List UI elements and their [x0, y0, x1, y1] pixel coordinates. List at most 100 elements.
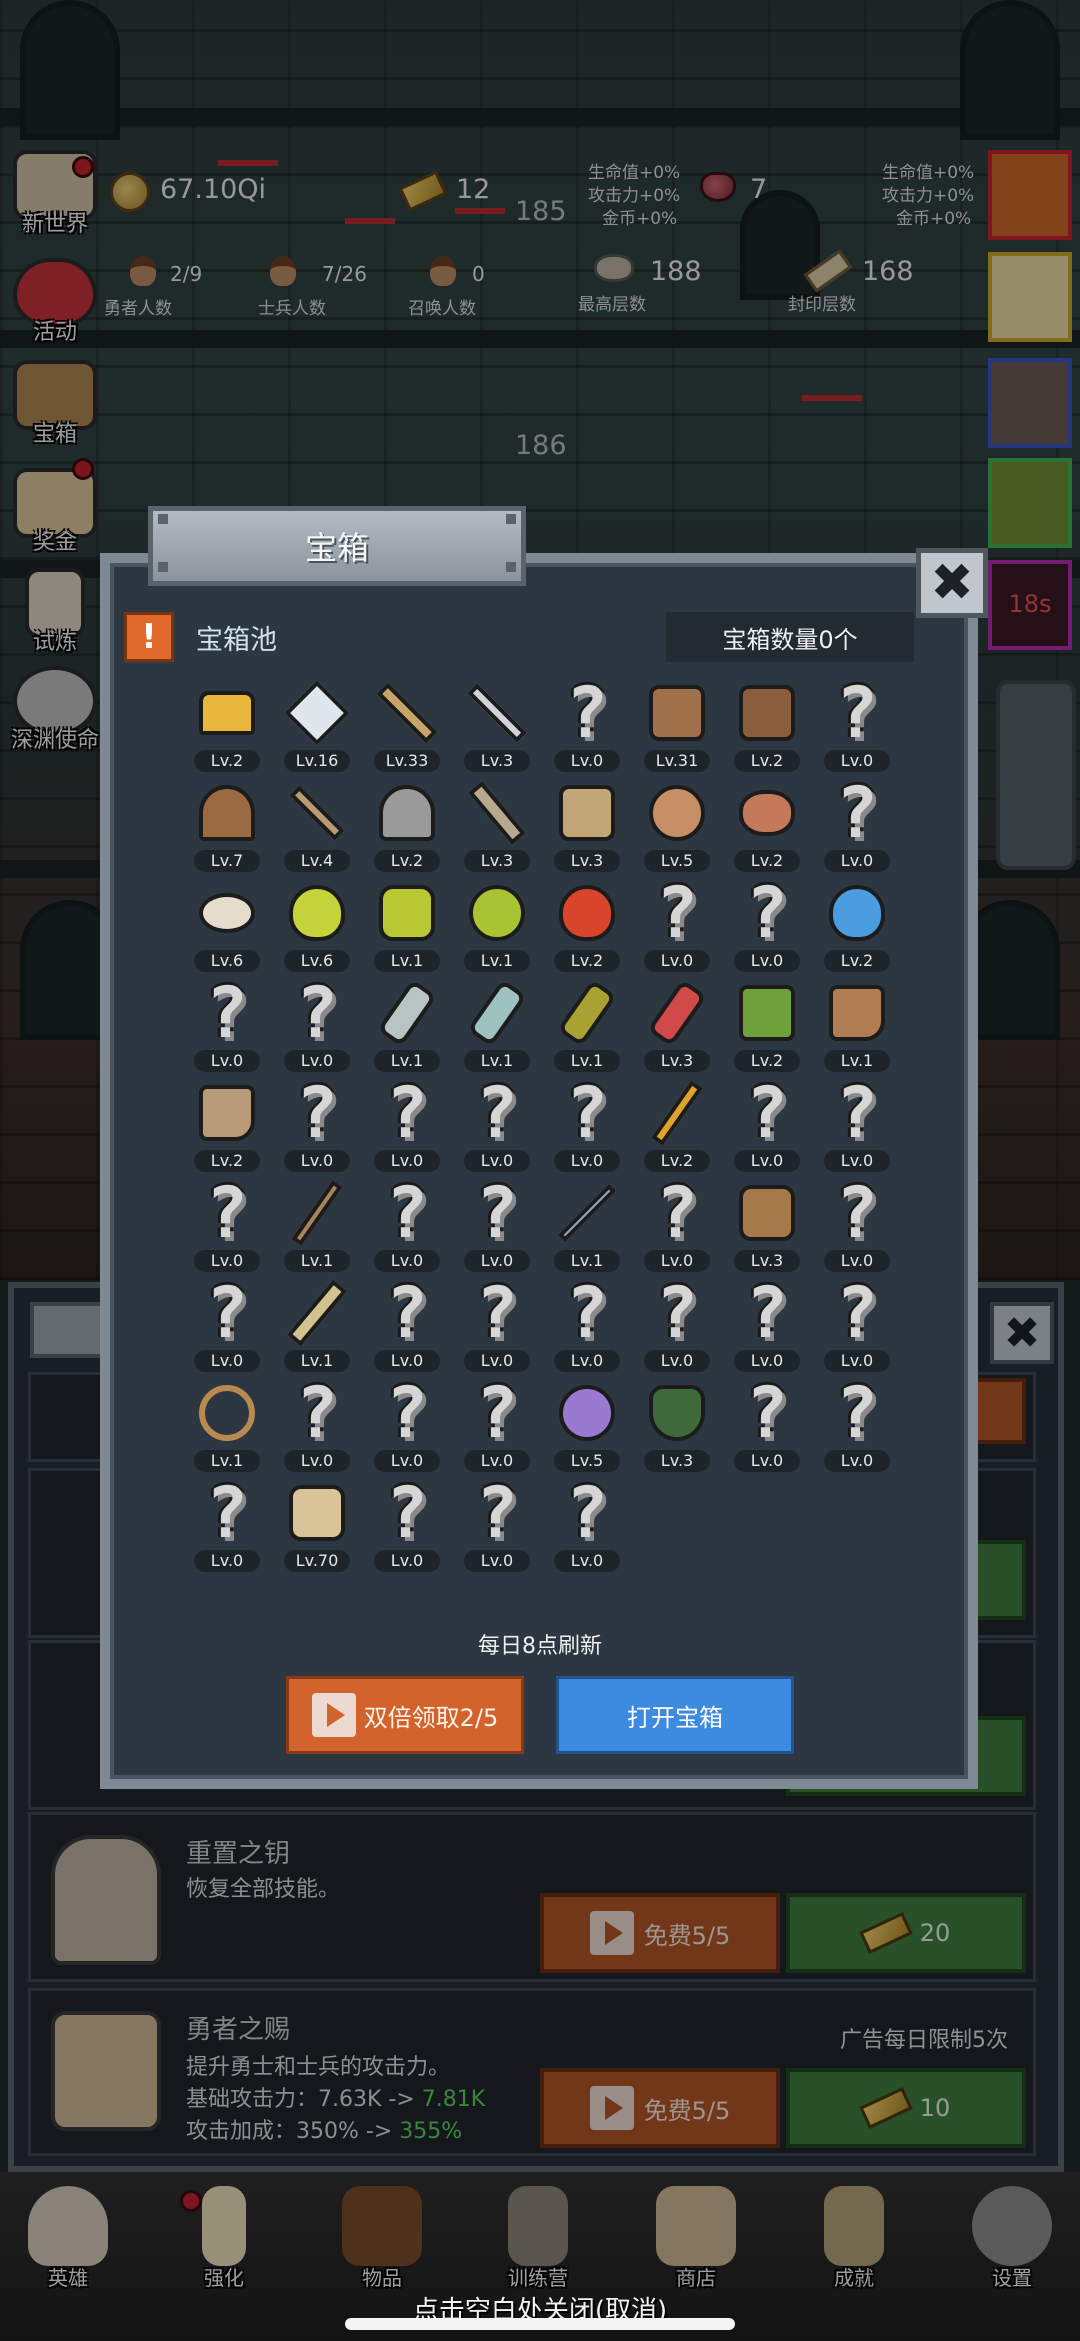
- question-mark-icon: ?: [745, 1272, 789, 1354]
- chest-item-iron-sword[interactable]: Lv.3: [456, 678, 538, 772]
- chest-item-unknown[interactable]: ? Lv.0: [546, 1478, 628, 1572]
- chest-item-unknown[interactable]: ? Lv.0: [546, 678, 628, 772]
- chest-item-unknown[interactable]: ? Lv.0: [186, 978, 268, 1072]
- chest-item-unknown[interactable]: ? Lv.0: [276, 978, 358, 1072]
- chest-item-backpack[interactable]: Lv.3: [726, 1178, 808, 1272]
- chest-item-knight-helmet[interactable]: Lv.2: [366, 778, 448, 872]
- chest-item-unknown[interactable]: ? Lv.0: [636, 1178, 718, 1272]
- chest-item-leather-boot[interactable]: Lv.1: [816, 978, 898, 1072]
- chest-item-wood-sword[interactable]: Lv.33: [366, 678, 448, 772]
- item-level: Lv.0: [734, 1150, 800, 1172]
- chest-item-unknown[interactable]: ? Lv.0: [186, 1178, 268, 1272]
- chest-item-unknown[interactable]: ? Lv.0: [726, 1078, 808, 1172]
- chest-item-cyan-bottle[interactable]: Lv.1: [456, 978, 538, 1072]
- item-level: Lv.1: [554, 1250, 620, 1272]
- chest-item-unknown[interactable]: ? Lv.0: [636, 878, 718, 972]
- chest-item-yellow-potion[interactable]: Lv.6: [276, 878, 358, 972]
- chest-item-unknown[interactable]: ? Lv.0: [186, 1278, 268, 1372]
- chest-item-magic-wand[interactable]: Lv.1: [546, 1178, 628, 1272]
- chest-item-beer-mug[interactable]: Lv.70: [276, 1478, 358, 1572]
- item-level: Lv.33: [374, 750, 440, 772]
- item-level: Lv.1: [374, 950, 440, 972]
- chest-item-great-helm[interactable]: Lv.3: [546, 778, 628, 872]
- chest-item-studded-armor[interactable]: Lv.2: [726, 678, 808, 772]
- chest-item-unknown[interactable]: ? Lv.0: [816, 1278, 898, 1372]
- chest-item-green-shield[interactable]: Lv.3: [636, 1378, 718, 1472]
- double-claim-button[interactable]: 双倍领取2/5: [286, 1676, 524, 1754]
- chest-item-bread[interactable]: Lv.6: [186, 878, 268, 972]
- chest-item-dagger[interactable]: Lv.4: [276, 778, 358, 872]
- chest-item-spiked-club[interactable]: Lv.1: [276, 1278, 358, 1372]
- chest-item-unknown[interactable]: ? Lv.0: [726, 1378, 808, 1472]
- open-chest-button[interactable]: 打开宝箱: [556, 1676, 794, 1754]
- worn-boot-icon: [192, 1078, 262, 1148]
- item-level: Lv.2: [374, 850, 440, 872]
- chest-item-winged-boot[interactable]: Lv.2: [726, 978, 808, 1072]
- hammer-icon: [462, 778, 532, 848]
- close-icon[interactable]: ✖: [916, 548, 988, 618]
- chest-item-hammer[interactable]: Lv.3: [456, 778, 538, 872]
- chest-item-wooden-staff[interactable]: Lv.1: [276, 1178, 358, 1272]
- item-level: Lv.2: [194, 1150, 260, 1172]
- chest-item-unknown[interactable]: ? Lv.0: [456, 1278, 538, 1372]
- chest-item-unknown[interactable]: ? Lv.0: [546, 1078, 628, 1172]
- chest-item-torch[interactable]: Lv.2: [636, 1078, 718, 1172]
- beer-mug-icon: [282, 1478, 352, 1548]
- chest-item-leather-armor[interactable]: Lv.31: [636, 678, 718, 772]
- item-level: Lv.6: [284, 950, 350, 972]
- item-level: Lv.0: [824, 1350, 890, 1372]
- chest-item-ham[interactable]: Lv.5: [636, 778, 718, 872]
- item-level: Lv.0: [284, 1150, 350, 1172]
- chest-item-bow[interactable]: Lv.1: [186, 1378, 268, 1472]
- chest-item-steak[interactable]: Lv.2: [726, 778, 808, 872]
- chest-item-unknown[interactable]: ? Lv.0: [366, 1378, 448, 1472]
- chest-item-crown[interactable]: Lv.2: [186, 678, 268, 772]
- chest-item-unknown[interactable]: ? Lv.0: [816, 1078, 898, 1172]
- chest-item-olive-bottle[interactable]: Lv.1: [546, 978, 628, 1072]
- chest-item-unknown[interactable]: ? Lv.0: [366, 1278, 448, 1372]
- question-mark-icon: ?: [655, 872, 699, 954]
- warning-icon[interactable]: !: [124, 612, 174, 662]
- chest-item-unknown[interactable]: ? Lv.0: [456, 1078, 538, 1172]
- chest-item-unknown[interactable]: ? Lv.0: [276, 1078, 358, 1172]
- chest-item-unknown[interactable]: ? Lv.0: [726, 1278, 808, 1372]
- chest-item-unknown[interactable]: ? Lv.0: [636, 1278, 718, 1372]
- chest-item-empty-bottle[interactable]: Lv.1: [366, 978, 448, 1072]
- chest-item-unknown[interactable]: ? Lv.0: [366, 1078, 448, 1172]
- chest-item-unknown[interactable]: ? Lv.0: [366, 1478, 448, 1572]
- chest-item-tentacle-orb[interactable]: Lv.5: [546, 1378, 628, 1472]
- chest-item-green-potion[interactable]: Lv.1: [456, 878, 538, 972]
- chest-item-yellow-potion-large[interactable]: Lv.1: [366, 878, 448, 972]
- item-level: Lv.0: [374, 1450, 440, 1472]
- question-mark-icon: ?: [475, 1272, 519, 1354]
- chest-item-unknown[interactable]: ? Lv.0: [816, 1178, 898, 1272]
- item-level: Lv.2: [824, 950, 890, 972]
- item-level: Lv.70: [284, 1550, 350, 1572]
- chest-item-blue-potion[interactable]: Lv.2: [816, 878, 898, 972]
- chest-item-unknown[interactable]: ? Lv.0: [456, 1378, 538, 1472]
- diamond-icon: [282, 678, 352, 748]
- chest-item-unknown[interactable]: ? Lv.0: [276, 1378, 358, 1472]
- chest-item-unknown[interactable]: ? Lv.0: [186, 1478, 268, 1572]
- item-level: Lv.0: [464, 1350, 530, 1372]
- chest-item-red-potion[interactable]: Lv.2: [546, 878, 628, 972]
- home-indicator[interactable]: [345, 2318, 735, 2330]
- chest-item-leather-helmet[interactable]: Lv.7: [186, 778, 268, 872]
- green-potion-icon: [462, 878, 532, 948]
- chest-item-unknown[interactable]: ? Lv.0: [726, 878, 808, 972]
- item-level: Lv.3: [734, 1250, 800, 1272]
- chest-item-worn-boot[interactable]: Lv.2: [186, 1078, 268, 1172]
- chest-item-unknown[interactable]: ? Lv.0: [366, 1178, 448, 1272]
- chest-item-unknown[interactable]: ? Lv.0: [546, 1278, 628, 1372]
- chest-item-unknown[interactable]: ? Lv.0: [456, 1178, 538, 1272]
- item-level: Lv.1: [284, 1250, 350, 1272]
- leather-armor-icon: [642, 678, 712, 748]
- question-mark-icon: ?: [745, 1372, 789, 1454]
- question-mark-icon: ?: [475, 1372, 519, 1454]
- chest-item-unknown[interactable]: ? Lv.0: [816, 1378, 898, 1472]
- chest-item-red-bottle[interactable]: Lv.3: [636, 978, 718, 1072]
- chest-item-unknown[interactable]: ? Lv.0: [816, 778, 898, 872]
- chest-item-unknown[interactable]: ? Lv.0: [816, 678, 898, 772]
- chest-item-diamond[interactable]: Lv.16: [276, 678, 358, 772]
- chest-item-unknown[interactable]: ? Lv.0: [456, 1478, 538, 1572]
